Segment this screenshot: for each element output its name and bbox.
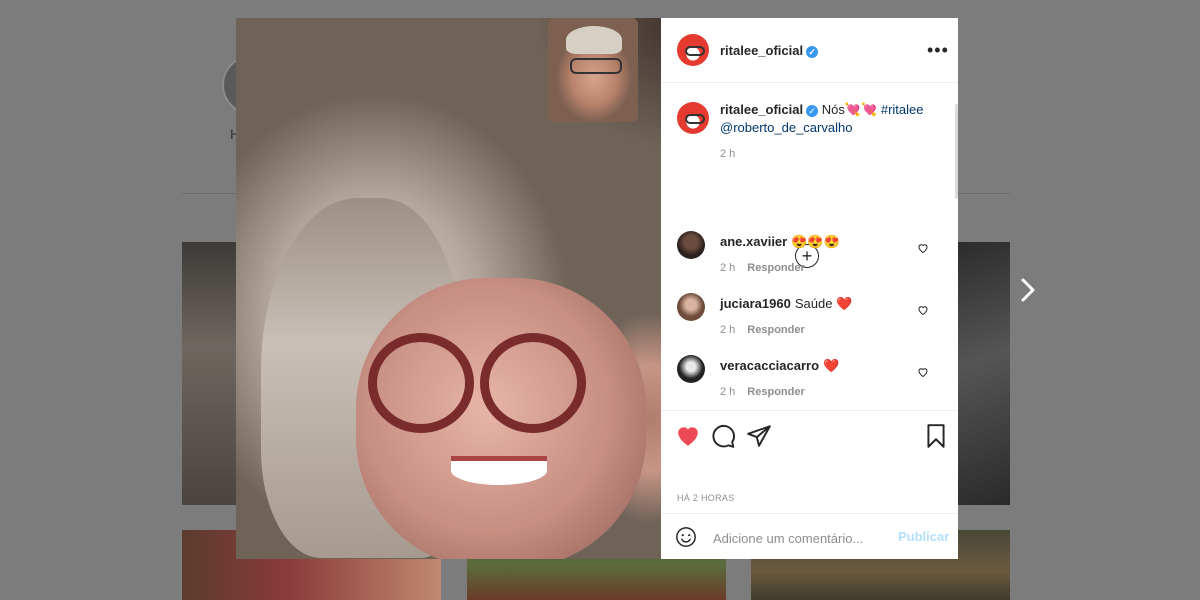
emoji-smiley-icon[interactable]	[675, 526, 697, 548]
verified-badge-icon: ✓	[806, 104, 819, 117]
add-comment-bar: Publicar	[661, 513, 958, 560]
comment-item: ane.xaviier 😍😍😍	[720, 234, 840, 250]
comment-time[interactable]: 2 h	[720, 324, 735, 336]
comment-item: juciara1960 Saúde ❤️	[720, 296, 852, 312]
comment-time[interactable]: 2 h	[720, 262, 735, 274]
post-caption: ritalee_oficial ✓ Nós💘💘 #ritalee @roberto…	[720, 101, 940, 137]
photo-glasses-left	[368, 333, 474, 433]
comment-time[interactable]: 2 h	[720, 386, 735, 398]
comment-avatar[interactable]	[677, 231, 705, 259]
post-panel: ritalee_oficial ✓ ••• ritalee_oficial ✓ Nó…	[661, 18, 958, 559]
share-paper-plane-icon[interactable]	[746, 423, 772, 449]
reply-button[interactable]: Responder	[747, 386, 804, 398]
comment-like-heart-icon[interactable]	[917, 242, 929, 254]
save-bookmark-icon[interactable]	[923, 423, 949, 449]
post-timestamp[interactable]: HÁ 2 HORAS	[677, 493, 735, 503]
caption-avatar[interactable]	[677, 102, 709, 134]
comment-username[interactable]: veracacciacarro	[720, 358, 819, 373]
comment-meta: 2 h Responder	[720, 324, 805, 336]
comment-avatar[interactable]	[677, 355, 705, 383]
comment-meta: 2 h Responder	[720, 386, 805, 398]
author-username-text[interactable]: ritalee_oficial	[720, 43, 803, 58]
caption-emojis: 💘💘	[844, 102, 878, 117]
post-header: ritalee_oficial ✓ •••	[661, 18, 958, 83]
comment-username[interactable]: juciara1960	[720, 296, 791, 311]
photo-glasses-right	[480, 333, 586, 433]
comments-scrollbar[interactable]	[955, 104, 958, 199]
background-post-tile[interactable]	[182, 242, 242, 505]
comments-scroll-area[interactable]: ritalee_oficial ✓ Nós💘💘 #ritalee @roberto…	[661, 82, 958, 410]
publish-button[interactable]: Publicar	[898, 529, 949, 544]
reply-button[interactable]: Responder	[747, 324, 804, 336]
background-post-tile[interactable]	[958, 242, 1010, 505]
comment-avatar[interactable]	[677, 293, 705, 321]
caption-hashtag-link[interactable]: #ritalee	[881, 102, 924, 117]
caption-mention-link[interactable]: @roberto_de_carvalho	[720, 120, 852, 135]
reply-button[interactable]: Responder	[747, 262, 804, 274]
author-avatar[interactable]	[677, 34, 709, 66]
like-heart-icon[interactable]	[675, 423, 701, 449]
inset-glasses	[570, 58, 622, 74]
comment-text: Saúde ❤️	[794, 296, 853, 311]
comment-meta: 2 h Responder	[720, 262, 805, 274]
comment-bubble-icon[interactable]	[710, 423, 736, 449]
comment-username[interactable]: ane.xaviier	[720, 234, 787, 249]
verified-badge-icon: ✓	[806, 45, 819, 58]
video-call-inset	[548, 18, 638, 122]
add-comment-input[interactable]	[711, 527, 885, 549]
comment-item: veracacciacarro ❤️	[720, 358, 839, 374]
inset-hair	[566, 26, 622, 54]
comment-text: 😍😍😍	[791, 234, 840, 249]
comment-like-heart-icon[interactable]	[917, 366, 929, 378]
more-options-icon[interactable]: •••	[927, 40, 949, 61]
caption-time[interactable]: 2 h	[720, 148, 735, 160]
next-post-chevron-icon[interactable]	[1016, 275, 1040, 305]
photo-smile	[451, 456, 547, 485]
caption-username[interactable]: ritalee_oficial	[720, 102, 803, 117]
comment-like-heart-icon[interactable]	[917, 304, 929, 316]
caption-text: Nós	[821, 102, 845, 117]
author-username[interactable]: ritalee_oficial ✓	[720, 43, 819, 58]
comment-text: ❤️	[823, 358, 840, 373]
